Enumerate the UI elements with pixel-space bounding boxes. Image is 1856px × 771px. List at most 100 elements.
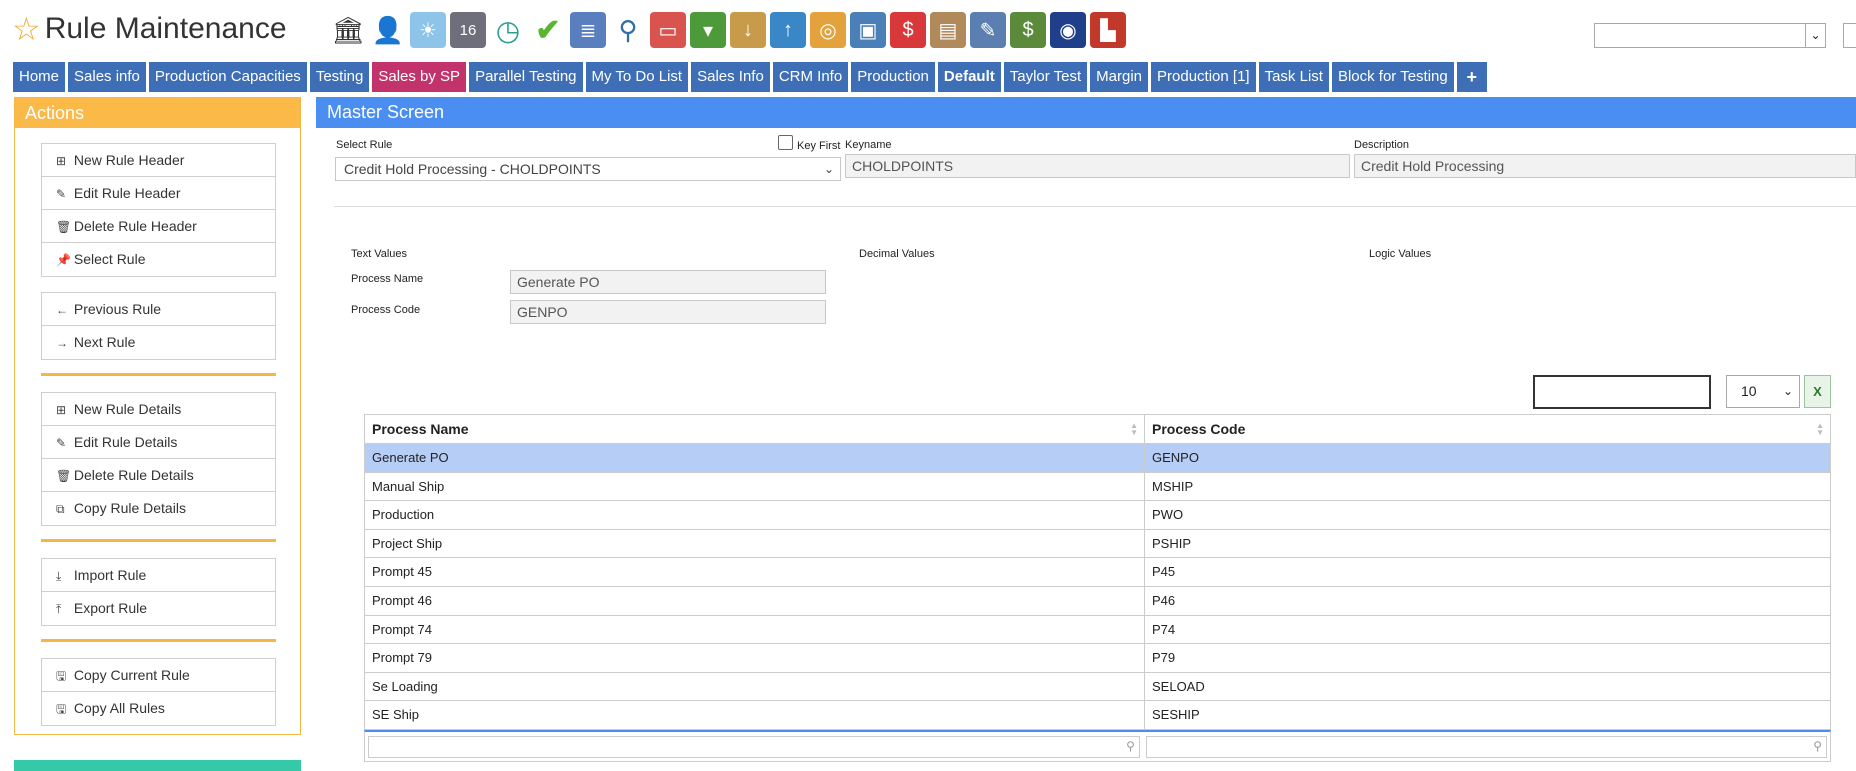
passport-icon[interactable]: ◉ — [1050, 12, 1086, 48]
checkmark-icon[interactable]: ✔ — [530, 12, 566, 48]
magnifier-icon[interactable]: ⚲ — [610, 12, 646, 48]
box-upload-icon[interactable]: ↑ — [770, 12, 806, 48]
table-row[interactable]: Prompt 79 P79 — [364, 644, 1831, 673]
add-tab-button[interactable]: + — [1456, 62, 1487, 92]
cell-process-code: MSHIP — [1152, 478, 1194, 494]
clock-icon[interactable]: ◷ — [490, 12, 526, 48]
tab-sales-by-sp[interactable]: Sales by SP — [372, 62, 467, 92]
factory-icon[interactable]: ▙ — [1090, 12, 1126, 48]
process-name-field[interactable]: Generate PO — [510, 270, 826, 294]
process-code-field[interactable]: GENPO — [510, 300, 826, 324]
table-row[interactable]: Generate PO GENPO — [364, 444, 1831, 473]
tab-testing[interactable]: Testing — [309, 62, 370, 92]
chevron-down-icon: ⌄ — [823, 162, 834, 176]
edit-rule-header-button[interactable]: ✎ Edit Rule Header — [42, 177, 275, 210]
table-row[interactable]: Project Ship PSHIP — [364, 529, 1831, 559]
action-label: New Rule Header — [73, 152, 185, 168]
previous-rule-button[interactable]: ← Previous Rule — [42, 293, 275, 326]
chevron-down-icon: ⌄ — [1805, 24, 1825, 47]
table-row[interactable]: Prompt 74 P74 — [364, 615, 1831, 645]
import-rule-button[interactable]: ⤓ Import Rule — [42, 559, 275, 592]
action-label: Copy All Rules — [73, 700, 165, 716]
pencil-icon[interactable]: ✎ — [970, 12, 1006, 48]
tab-crm-info[interactable]: CRM Info — [772, 62, 849, 92]
chevron-down-icon: ⌄ — [1782, 384, 1793, 398]
copy-rule-details-button[interactable]: ⧉ Copy Rule Details — [42, 492, 275, 525]
table-row[interactable]: Production PWO — [364, 501, 1831, 530]
next-rule-button[interactable]: → Next Rule — [42, 326, 275, 359]
tab-home[interactable]: Home — [13, 62, 66, 92]
action-label: Delete Rule Header — [73, 218, 197, 234]
cell-process-name: Generate PO — [365, 444, 1145, 472]
weather-icon[interactable]: ☀ — [410, 12, 446, 48]
new-rule-details-button[interactable]: ⊞ New Rule Details — [42, 393, 275, 426]
column-header-process-code[interactable]: Process Code ▲ ▼ — [1145, 415, 1830, 443]
truck-icon[interactable]: ▭ — [650, 12, 686, 48]
tab-sales-info-2[interactable]: Sales Info — [691, 62, 770, 92]
tab-block-for-testing[interactable]: Block for Testing — [1331, 62, 1454, 92]
tab-task-list[interactable]: Task List — [1258, 62, 1329, 92]
user-icon[interactable]: 👤 — [370, 12, 406, 48]
inbox-download-icon[interactable]: ↓ — [730, 12, 766, 48]
coins-icon[interactable]: ◎ — [810, 12, 846, 48]
cell-process-code: PWO — [1152, 507, 1184, 523]
copy-current-rule-button[interactable]: 🖫 Copy Current Rule — [42, 659, 275, 692]
tab-parallel-testing[interactable]: Parallel Testing — [469, 62, 583, 92]
clipboard-icon[interactable]: ▤ — [930, 12, 966, 48]
keyname-field[interactable]: CHOLDPOINTS — [845, 154, 1350, 178]
list-icon[interactable]: ≣ — [570, 12, 606, 48]
tab-production[interactable]: Production — [851, 62, 935, 92]
filter-process-code-input[interactable]: ⚲ — [1145, 735, 1827, 758]
calendar-icon[interactable]: 16 — [450, 12, 486, 48]
monitor-icon[interactable]: ▣ — [850, 12, 886, 48]
table-row[interactable]: Prompt 46 P46 — [364, 586, 1831, 616]
select-rule-dropdown[interactable]: Credit Hold Processing - CHOLDPOINTS ⌄ — [335, 157, 841, 181]
edit-rule-details-button[interactable]: ✎ Edit Rule Details — [42, 426, 275, 459]
favorite-star-icon[interactable]: ☆ — [12, 13, 41, 45]
column-label: Process Name — [372, 421, 469, 437]
cell-process-code: P74 — [1152, 621, 1176, 637]
delete-rule-header-button[interactable]: 🗑 Delete Rule Header — [42, 210, 275, 243]
table-row[interactable]: SE Ship SESHIP — [364, 701, 1831, 730]
bank-icon[interactable]: 🏛 — [330, 12, 366, 48]
select-rule-button[interactable]: 📌 Select Rule — [42, 243, 275, 276]
new-rule-header-button[interactable]: ⊞ New Rule Header — [42, 144, 275, 177]
tab-production-1[interactable]: Production [1] — [1151, 62, 1256, 92]
app-header: ☆ Rule Maintenance 🏛 👤 ☀ 16 ◷ ✔ ≣ ⚲ ▭ ▾ … — [0, 0, 1856, 62]
actions-panel: Actions ⊞ New Rule Header ✎ Edit Rule He… — [14, 97, 301, 735]
action-label: Edit Rule Details — [73, 434, 178, 450]
delete-rule-details-button[interactable]: 🗑 Delete Rule Details — [42, 459, 275, 492]
page-size-select[interactable]: 10 ⌄ — [1726, 375, 1800, 408]
tab-default[interactable]: Default — [937, 62, 1001, 92]
page-size-value: 10 — [1741, 383, 1757, 399]
cell-process-code: GENPO — [1152, 450, 1199, 465]
action-label: New Rule Details — [73, 401, 182, 417]
table-filter-row: ⚲ ⚲ — [364, 729, 1831, 762]
tab-production-capacities[interactable]: Production Capacities — [148, 62, 307, 92]
tab-my-to-do-list[interactable]: My To Do List — [585, 62, 689, 92]
export-rule-button[interactable]: ⤒ Export Rule — [42, 592, 275, 625]
table-row[interactable]: Prompt 45 P45 — [364, 558, 1831, 587]
excel-icon: X — [1813, 384, 1822, 399]
table-row[interactable]: Se Loading SELOAD — [364, 672, 1831, 702]
table-search-input[interactable] — [1533, 375, 1711, 409]
filter-process-name-input[interactable]: ⚲ — [368, 735, 1140, 758]
top-dropdown-secondary[interactable] — [1843, 23, 1856, 48]
basket-icon[interactable]: ▾ — [690, 12, 726, 48]
tab-sales-info[interactable]: Sales info — [68, 62, 146, 92]
cell-process-name: Prompt 79 — [365, 644, 1145, 672]
dollar-chat-icon[interactable]: $ — [890, 12, 926, 48]
tab-taylor-test[interactable]: Taylor Test — [1003, 62, 1088, 92]
copy-all-rules-button[interactable]: 🖫 Copy All Rules — [42, 692, 275, 725]
tab-margin[interactable]: Margin — [1090, 62, 1149, 92]
column-header-process-name[interactable]: Process Name ▲ ▼ — [365, 415, 1145, 443]
key-first-checkbox[interactable] — [778, 135, 793, 150]
cell-process-name: SE Ship — [365, 701, 1145, 729]
export-excel-button[interactable]: X — [1804, 375, 1831, 408]
top-dropdown[interactable]: ⌄ — [1594, 23, 1826, 48]
description-field[interactable]: Credit Hold Processing — [1354, 154, 1856, 178]
table-row[interactable]: Manual Ship MSHIP — [364, 472, 1831, 502]
money-icon[interactable]: $ — [1010, 12, 1046, 48]
action-label: Edit Rule Header — [73, 185, 181, 201]
rule-header-actions: ⊞ New Rule Header ✎ Edit Rule Header 🗑 D… — [41, 143, 276, 277]
